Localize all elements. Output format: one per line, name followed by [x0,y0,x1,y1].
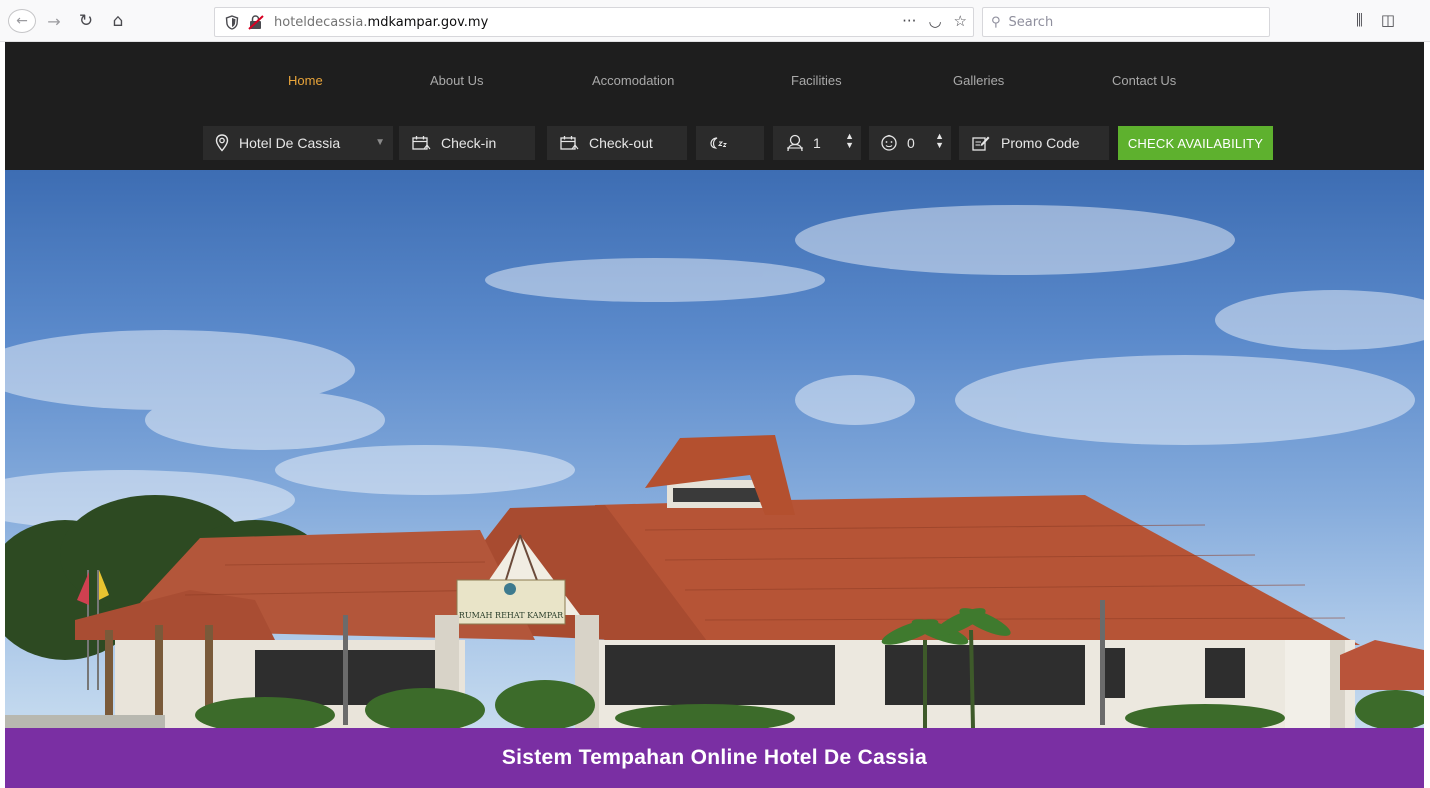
nav-home[interactable]: Home [288,73,323,88]
page-actions-icon[interactable]: ··· [902,12,916,30]
child-icon [881,134,897,151]
hotel-sign-text: RUMAH REHAT KAMPAR [459,611,564,620]
adults-stepper[interactable]: ▲ ▼ [845,132,854,150]
browser-toolbar: ← → ↻ ⌂ hoteldecassia.mdkampar.gov.my ··… [0,0,1430,42]
checkout-label: Check-out [589,135,653,151]
search-box[interactable]: ⚲ [982,7,1270,37]
promo-code-field[interactable]: Promo Code [959,126,1109,160]
nav-facilities[interactable]: Facilities [791,73,842,88]
adult-icon [787,134,803,152]
nav-galleries[interactable]: Galleries [953,73,1004,88]
decrement-icon[interactable]: ▼ [935,141,944,150]
location-pin-icon [215,134,229,152]
main-nav: Home About Us Accomodation Facilities Ga… [5,42,1424,122]
url-domain: mdkampar.gov.my [367,15,489,30]
calendar-icon [412,136,431,150]
chevron-down-icon: ▼ [375,137,385,148]
address-bar[interactable]: hoteldecassia.mdkampar.gov.my ··· ◡ ☆ [214,7,974,37]
decrement-icon[interactable]: ▼ [845,141,854,150]
url-actions: ··· ◡ ☆ [902,12,967,30]
checkin-label: Check-in [441,135,497,151]
checkout-field[interactable]: Check-out [547,126,687,160]
children-count: 0 [907,135,915,151]
url-text: hoteldecassia.mdkampar.gov.my [274,15,488,30]
promo-code-label: Promo Code [1001,135,1080,151]
check-availability-button[interactable]: CHECK AVAILABILITY [1118,126,1273,160]
page-title: Sistem Tempahan Online Hotel De Cassia [501,746,928,769]
toolbar-right: ⫼ ◫ [1356,11,1395,29]
checkin-field[interactable]: Check-in [399,126,535,160]
children-stepper[interactable]: ▲ ▼ [935,132,944,150]
nights-field[interactable] [696,126,764,160]
forward-arrow-icon[interactable]: → [42,9,66,33]
edit-note-icon [972,136,990,151]
bookmark-star-icon[interactable]: ☆ [954,12,967,30]
back-arrow-icon[interactable]: ← [8,9,36,33]
booking-bar: Hotel De Cassia ▼ Check-in Check-out 1 ▲… [5,126,1424,162]
search-input[interactable] [1006,13,1247,31]
search-icon: ⚲ [991,14,1001,30]
footer-band: Sistem Tempahan Online Hotel De Cassia [5,728,1424,788]
insecure-lock-icon[interactable] [248,15,264,30]
library-icon[interactable]: ⫼ [1356,11,1363,29]
nav-contact-us[interactable]: Contact Us [1112,73,1176,88]
adults-field[interactable]: 1 ▲ ▼ [773,126,861,160]
hotel-photo: RUMAH REHAT KAMPAR [5,205,1424,728]
calendar-icon [560,136,579,150]
hotel-select[interactable]: Hotel De Cassia ▼ [203,126,393,160]
sidebar-icon[interactable]: ◫ [1381,11,1395,29]
hotel-select-value: Hotel De Cassia [239,135,341,151]
url-prefix: hoteldecassia. [274,15,368,30]
sleep-icon [710,137,727,149]
home-icon[interactable]: ⌂ [106,9,130,33]
adults-count: 1 [813,135,821,151]
hero-banner: RUMAH REHAT KAMPAR [5,170,1424,728]
nav-about-us[interactable]: About Us [430,73,483,88]
children-field[interactable]: 0 ▲ ▼ [869,126,951,160]
tracking-shield-icon[interactable] [225,15,239,30]
nav-accomodation[interactable]: Accomodation [592,73,674,88]
site-header: Home About Us Accomodation Facilities Ga… [5,42,1424,170]
pocket-icon[interactable]: ◡ [928,12,941,30]
reload-icon[interactable]: ↻ [74,9,98,33]
